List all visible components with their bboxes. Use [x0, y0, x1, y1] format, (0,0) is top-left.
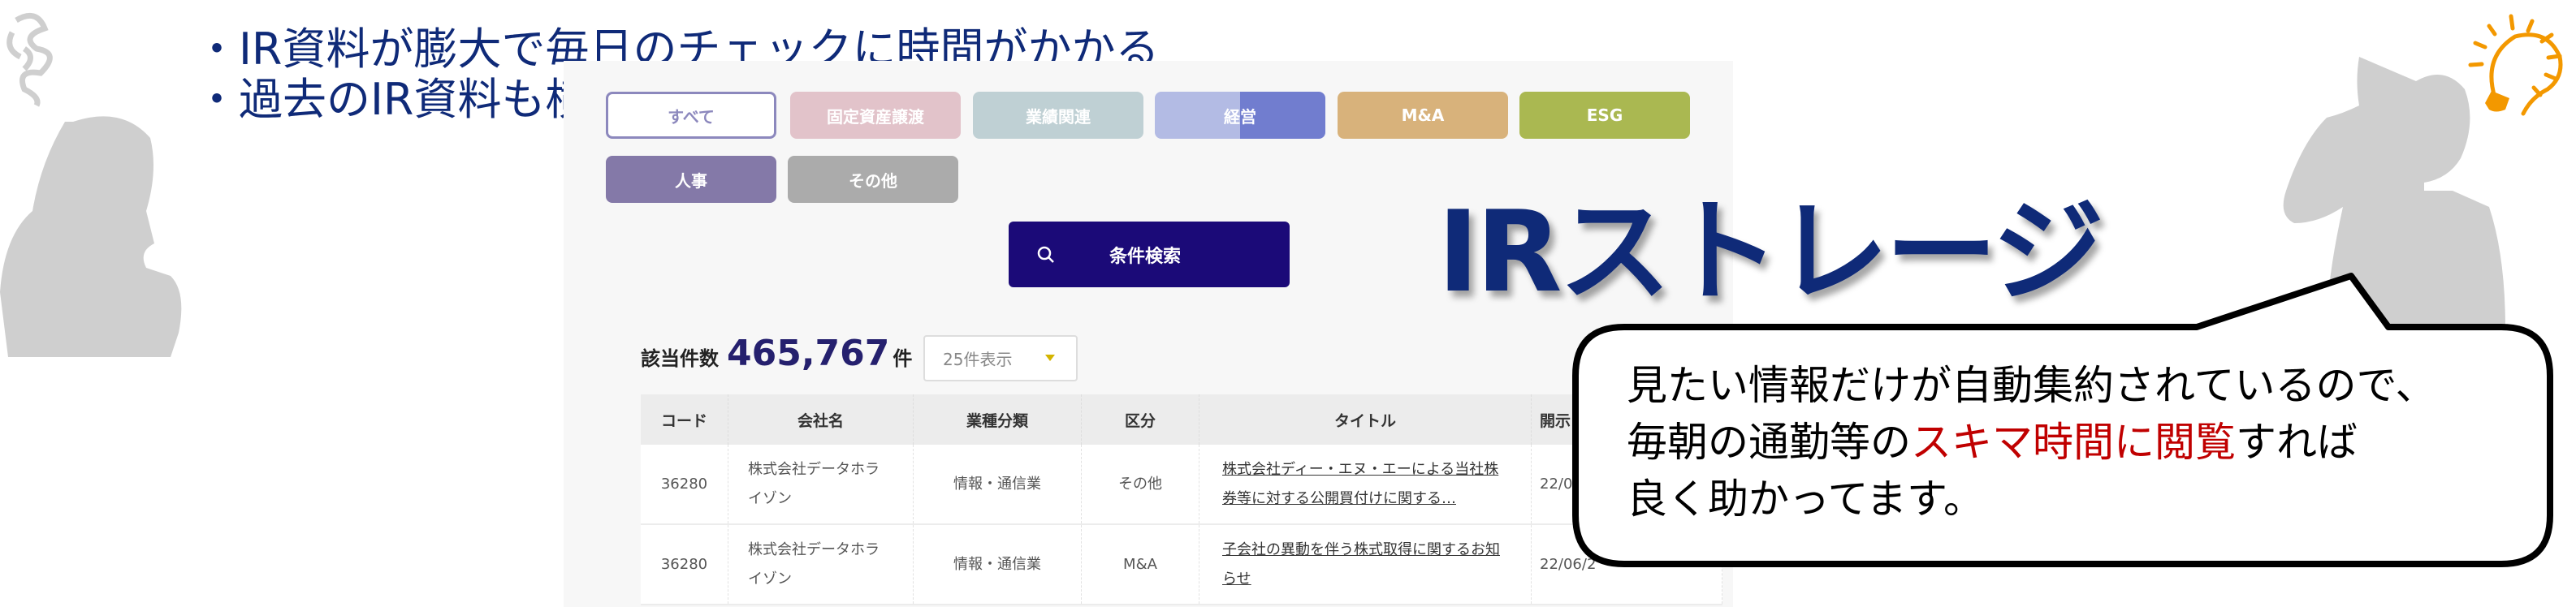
category-cell: M&A [1081, 524, 1199, 605]
table-row[interactable]: 36280 株式会社データホライゾン 情報・通信業 その他 株式会社ディー・エヌ… [641, 445, 1722, 525]
column-header: コード [641, 394, 728, 445]
testimonial-highlight: スキマ時間に閲覧 [1911, 419, 2236, 466]
result-count-label: 該当件数 [641, 347, 719, 370]
column-header: 会社名 [728, 394, 914, 445]
code-cell: 36280 [641, 445, 728, 525]
result-count-unit: 件 [893, 347, 913, 370]
category-ma-button[interactable]: M&A [1338, 92, 1508, 139]
caret-down-icon [1045, 355, 1055, 361]
search-label: 条件検索 [1109, 246, 1182, 267]
column-header: 区分 [1081, 394, 1199, 445]
result-count: 該当件数 465,767 件 [641, 333, 912, 374]
category-earnings-button[interactable]: 業績関連 [973, 92, 1143, 139]
page-size-value: 25件表示 [943, 350, 1013, 369]
column-header: 業種分類 [913, 394, 1082, 445]
result-count-value: 465,767 [727, 333, 890, 374]
code-cell: 36280 [641, 524, 728, 605]
testimonial-line: 良く助かってます。 [1627, 476, 1984, 523]
company-cell: 株式会社データホライゾン [728, 445, 914, 525]
industry-cell: 情報・通信業 [913, 445, 1082, 525]
condition-search-button[interactable]: 条件検索 [1009, 222, 1290, 287]
title-link[interactable]: 株式会社ディー・エヌ・エーによる当社株券等に対する公開買付けに関する… [1222, 461, 1498, 507]
worried-person-silhouette-icon [0, 12, 182, 357]
testimonial-text-part: 毎朝の通勤等の [1627, 419, 1911, 466]
category-esg-button[interactable]: ESG [1519, 92, 1690, 139]
testimonial-text: 見たい情報だけが自動集約されているので、 毎朝の通勤等のスキマ時間に閲覧すれば … [1627, 357, 2436, 527]
category-other-button[interactable]: その他 [788, 156, 958, 203]
search-icon [1037, 246, 1054, 263]
category-asset-transfer-button[interactable]: 固定資産譲渡 [790, 92, 961, 139]
category-all-button[interactable]: すべて [606, 92, 776, 139]
table-row[interactable]: 36280 株式会社データホライゾン 情報・通信業 M&A 子会社の異動を伴う株… [641, 524, 1722, 605]
testimonial-line: 見たい情報だけが自動集約されているので、 [1627, 362, 2436, 409]
industry-cell: 情報・通信業 [913, 524, 1082, 605]
category-cell: その他 [1081, 445, 1199, 525]
testimonial-line: 毎朝の通勤等のスキマ時間に閲覧すれば [1627, 414, 2436, 471]
page-size-select[interactable]: 25件表示 [923, 335, 1078, 381]
company-cell: 株式会社データホライゾン [728, 524, 914, 605]
category-hr-button[interactable]: 人事 [606, 156, 776, 203]
testimonial-text-part: すれば [2236, 419, 2358, 466]
title-link[interactable]: 子会社の異動を伴う株式取得に関するお知らせ [1222, 541, 1500, 588]
category-management-button[interactable]: 経営 [1155, 92, 1325, 139]
disclosure-table: コード 会社名 業種分類 区分 タイトル 開示 36280 株式会社データホライ… [641, 394, 1722, 605]
column-header: タイトル [1199, 394, 1532, 445]
